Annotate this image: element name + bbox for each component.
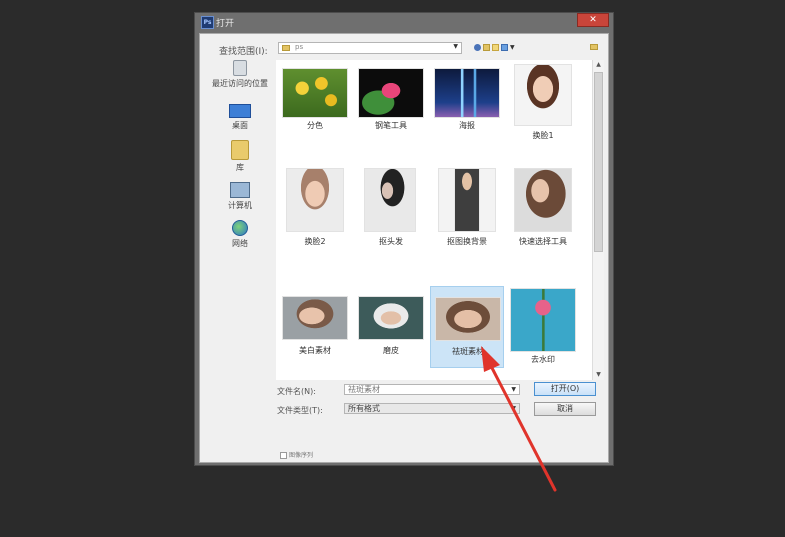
file-label: 抠图换背景 [447,237,487,246]
open-file-dialog: Ps 打开 ✕ 查找范围(I): ps ▼ ▼ 最近访问的位置 桌面 库 计算机… [194,12,614,466]
file-label: 磨皮 [383,346,399,355]
filename-value: 祛斑素材 [348,385,380,394]
file-thumbnail [358,296,424,340]
file-thumbnail [514,168,572,232]
file-thumbnail [438,168,496,232]
place-label: 桌面 [232,121,248,130]
file-label: 快速选择工具 [519,237,567,246]
new-folder-icon[interactable] [492,44,499,51]
view-menu-icon[interactable] [501,44,508,51]
folder-icon [282,45,290,51]
filetype-value: 所有格式 [348,404,380,413]
place-recent[interactable]: 最近访问的位置 [208,60,272,89]
dialog-client-area: 查找范围(I): ps ▼ ▼ 最近访问的位置 桌面 库 计算机 网络 分色 钢… [199,33,609,463]
file-item-selected[interactable]: 祛斑素材 [430,286,504,368]
chevron-down-icon[interactable]: ▼ [511,385,516,394]
file-list-scrollbar[interactable]: ▲ ▼ [592,60,604,380]
close-button[interactable]: ✕ [577,13,609,27]
filetype-label: 文件类型(T): [277,406,323,415]
file-label: 换脸2 [304,237,326,246]
file-item[interactable]: 美白素材 [278,286,352,368]
place-label: 网络 [232,239,248,248]
file-item[interactable]: 钢笔工具 [354,64,428,146]
file-thumbnail [435,297,501,341]
dialog-title: 打开 [216,19,235,29]
network-icon [232,220,248,236]
place-label: 计算机 [228,201,252,210]
place-computer[interactable]: 计算机 [208,182,272,211]
scrollbar-thumb[interactable] [594,72,603,252]
computer-icon [230,182,250,198]
recent-places-icon [233,60,247,76]
file-label: 抠头发 [379,237,403,246]
navigation-toolbar: ▼ [474,42,517,54]
look-in-dropdown[interactable]: ps ▼ [278,42,462,54]
file-thumbnail [358,68,424,118]
place-label: 最近访问的位置 [212,79,268,88]
filename-label: 文件名(N): [277,387,316,396]
folder-icon[interactable] [590,44,598,50]
places-bar: 最近访问的位置 桌面 库 计算机 网络 [208,60,272,440]
file-item[interactable]: 抠图换背景 [430,168,504,250]
file-item[interactable]: 快速选择工具 [506,168,580,250]
chevron-down-icon[interactable]: ▼ [511,404,516,413]
view-dropdown-icon[interactable]: ▼ [510,44,517,51]
file-label: 祛斑素材 [452,347,484,356]
file-label: 去水印 [531,355,555,364]
file-item[interactable]: 分色 [278,64,352,146]
scroll-down-icon[interactable]: ▼ [593,370,604,380]
file-thumbnail [282,296,348,340]
filename-input[interactable]: 祛斑素材 ▼ [344,384,520,395]
file-thumbnail [364,168,416,232]
file-label: 换脸1 [532,131,554,140]
file-thumbnail [286,168,344,232]
up-folder-icon[interactable] [483,44,490,51]
place-library[interactable]: 库 [208,140,272,173]
library-icon [231,140,249,160]
place-label: 库 [236,163,244,172]
file-item[interactable]: 换脸2 [278,168,352,250]
back-icon[interactable] [474,44,481,51]
file-thumbnail [514,64,572,126]
file-list: 分色 钢笔工具 海报 换脸1 换脸2 抠头发 抠图换背景 快速选择工具 美白素材… [276,60,592,380]
desktop-icon [229,104,251,118]
file-item[interactable]: 换脸1 [506,64,580,146]
place-network[interactable]: 网络 [208,220,272,249]
file-label: 海报 [459,121,475,130]
filetype-dropdown[interactable]: 所有格式 ▼ [344,403,520,414]
image-sequence-checkbox[interactable] [280,452,287,459]
photoshop-app-icon: Ps [201,16,214,29]
place-desktop[interactable]: 桌面 [208,104,272,131]
dialog-titlebar[interactable]: Ps 打开 ✕ [195,13,613,31]
file-item[interactable]: 去水印 [506,286,580,368]
look-in-value: ps [295,43,304,51]
file-thumbnail [282,68,348,118]
file-label: 钢笔工具 [375,121,407,130]
file-label: 分色 [307,121,323,130]
image-sequence-label: 图像序列 [289,452,314,459]
file-item[interactable]: 磨皮 [354,286,428,368]
chevron-down-icon: ▼ [453,43,458,50]
file-thumbnail [510,288,576,352]
file-item[interactable]: 海报 [430,64,504,146]
look-in-label: 查找范围(I): [219,47,268,57]
cancel-button[interactable]: 取消 [534,402,596,416]
scroll-up-icon[interactable]: ▲ [593,60,604,70]
file-item[interactable]: 抠头发 [354,168,428,250]
file-label: 美白素材 [299,346,331,355]
open-button[interactable]: 打开(O) [534,382,596,396]
file-thumbnail [434,68,500,118]
